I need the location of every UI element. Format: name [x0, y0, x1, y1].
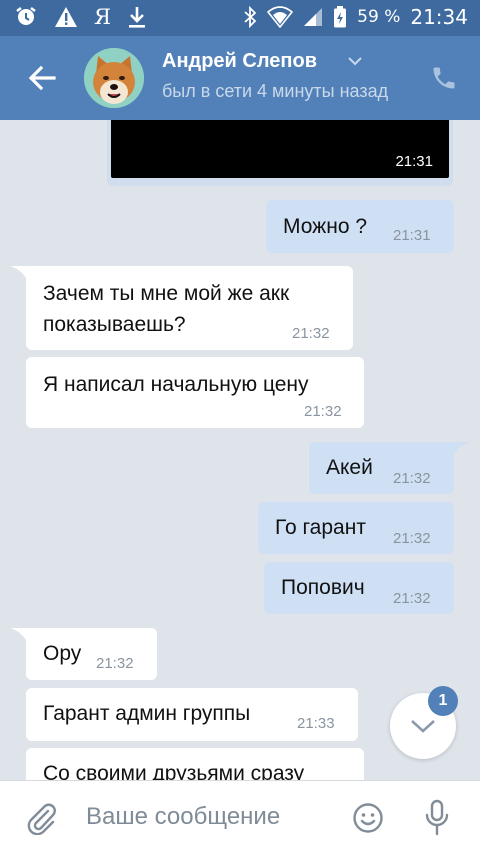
- yandex-icon: Я: [94, 5, 111, 29]
- avatar[interactable]: [84, 48, 144, 108]
- message-text: Зачем ты мне мой же акк: [43, 282, 290, 305]
- message-input-bar: Ваше сообщение: [0, 780, 480, 855]
- media-time: 21:31: [395, 153, 433, 170]
- incoming-message[interactable]: Гарант админ группы 21:33: [26, 688, 358, 741]
- message-list[interactable]: 21:31 Можно ? 21:31 Зачем ты мне мой же …: [0, 120, 480, 780]
- battery-percent: 59 %: [357, 7, 401, 27]
- message-time: 21:32: [393, 470, 431, 487]
- contact-name[interactable]: Андрей Слепов: [162, 50, 317, 73]
- incoming-message[interactable]: Ору 21:32: [26, 628, 157, 680]
- message-text: Попович: [281, 576, 365, 599]
- message-time: 21:32: [96, 655, 134, 672]
- emoji-icon[interactable]: [352, 802, 384, 834]
- message-time: 21:32: [304, 403, 342, 420]
- download-icon: [128, 7, 145, 28]
- message-text: Акей: [326, 456, 373, 479]
- signal-icon: [304, 8, 323, 26]
- message-input[interactable]: Ваше сообщение: [86, 803, 280, 831]
- message-time: 21:33: [297, 715, 335, 732]
- attach-icon[interactable]: [24, 801, 58, 835]
- incoming-message[interactable]: Зачем ты мне мой же акк показываешь? 21:…: [26, 266, 353, 350]
- phone-icon[interactable]: [430, 64, 458, 92]
- message-text: Го гарант: [275, 516, 366, 539]
- message-text: Со своими друзьями сразу: [43, 762, 305, 780]
- bubble-tail: [450, 442, 470, 462]
- message-time: 21:32: [292, 325, 330, 342]
- message-text: Можно ?: [283, 215, 368, 238]
- clock: 21:34: [410, 5, 468, 29]
- chat-header: Андрей Слепов был в сети 4 минуты назад: [0, 36, 480, 120]
- unread-badge: 1: [428, 686, 458, 716]
- message-text: Я написал начальную цену: [43, 373, 309, 396]
- outgoing-message[interactable]: Попович 21:32: [264, 562, 454, 614]
- wifi-icon: [267, 6, 294, 28]
- message-text: Гарант админ группы: [43, 702, 251, 725]
- message-time: 21:32: [393, 590, 431, 607]
- media-message[interactable]: 21:31: [107, 120, 453, 186]
- incoming-message[interactable]: Я написал начальную цену 21:32: [26, 357, 364, 428]
- chevron-down-icon[interactable]: [348, 56, 362, 66]
- message-time: 21:32: [393, 530, 431, 547]
- outgoing-message[interactable]: Го гарант 21:32: [258, 502, 454, 554]
- contact-status: был в сети 4 минуты назад: [162, 81, 389, 101]
- warning-icon: [55, 7, 77, 27]
- back-arrow-icon[interactable]: [24, 60, 60, 96]
- status-bar: Я 59 % 21:34: [0, 0, 480, 36]
- outgoing-message[interactable]: Акей 21:32: [309, 442, 454, 494]
- microphone-icon[interactable]: [424, 799, 450, 837]
- incoming-message[interactable]: Со своими друзьями сразу: [26, 748, 364, 780]
- message-text: Ору: [43, 642, 82, 665]
- outgoing-message[interactable]: Можно ? 21:31: [266, 200, 454, 253]
- message-time: 21:31: [393, 227, 431, 244]
- dog-avatar-icon: [84, 48, 144, 108]
- bluetooth-icon: [244, 6, 257, 28]
- alarm-icon: [16, 7, 36, 25]
- battery-icon: [334, 6, 347, 28]
- message-text: показываешь?: [43, 313, 186, 336]
